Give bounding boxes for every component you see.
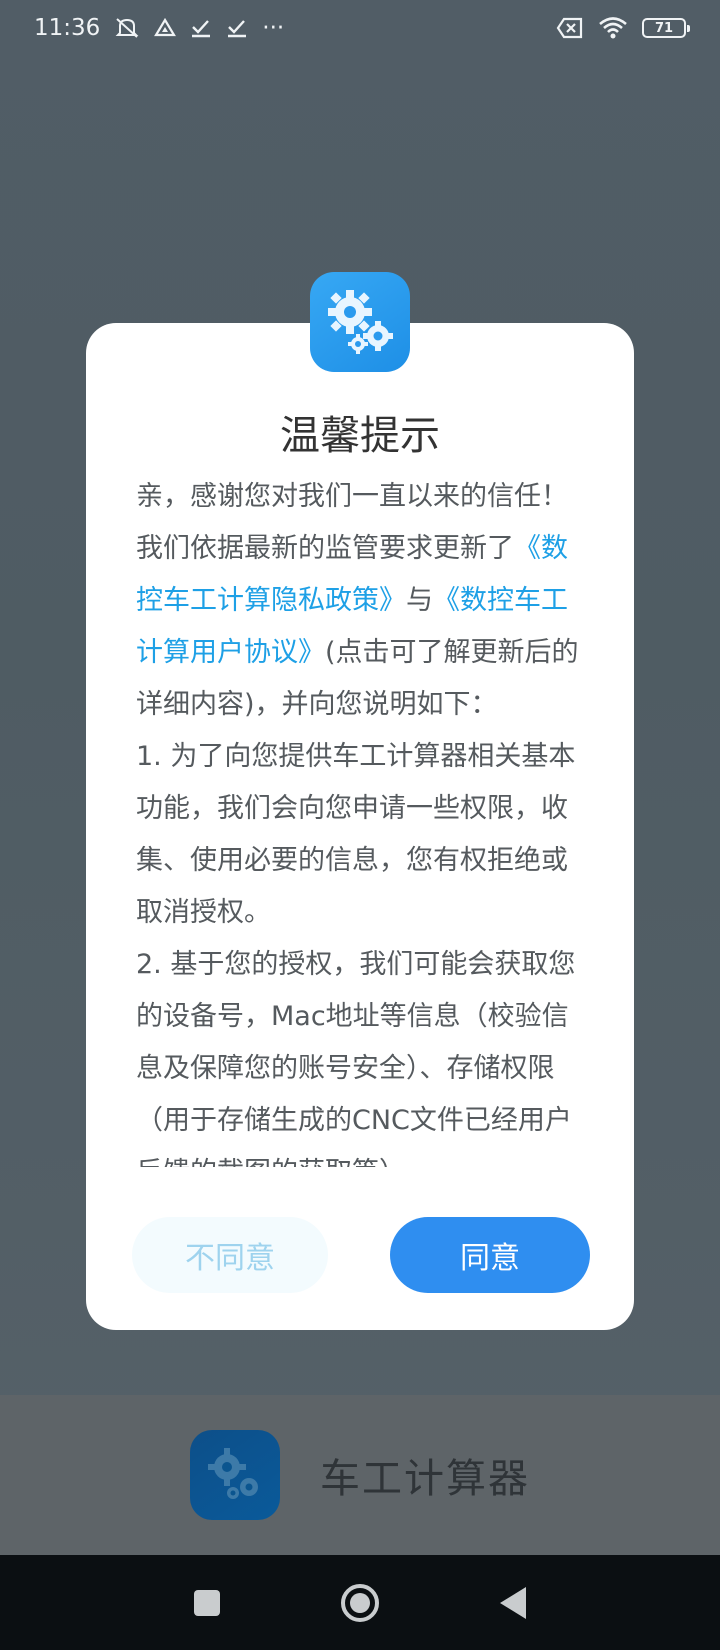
no-sim-icon bbox=[556, 17, 584, 39]
status-bar: 11:36 ··· 71 bbox=[0, 0, 720, 56]
battery-level: 71 bbox=[654, 20, 674, 36]
body-update-notice: 我们依据最新的监管要求更新了《数控车工计算隐私政策》与《数控车工计算用户协议》(… bbox=[136, 523, 588, 731]
body-greeting: 亲，感谢您对我们一直以来的信任！ bbox=[136, 481, 568, 512]
status-right: 71 bbox=[556, 16, 690, 40]
status-left: 11:36 ··· bbox=[34, 15, 284, 41]
dialog-app-logo bbox=[310, 272, 410, 372]
back-button[interactable] bbox=[483, 1573, 543, 1633]
disagree-button[interactable]: 不同意 bbox=[132, 1217, 328, 1293]
dialog-title: 温馨提示 bbox=[280, 413, 440, 459]
body-item-1: 1. 为了向您提供车工计算器相关基本功能，我们会向您申请一些权限，收集、使用必要… bbox=[136, 741, 576, 928]
privacy-dialog: 温馨提示 亲，感谢您对我们一直以来的信任！ 我们依据最新的监管要求更新了《数控车… bbox=[86, 272, 634, 1330]
app-splash-bar: 车工计算器 bbox=[0, 1395, 720, 1555]
body-text: 与 bbox=[406, 585, 433, 616]
back-triangle-icon bbox=[500, 1586, 527, 1619]
recents-button[interactable] bbox=[177, 1573, 237, 1633]
mute-icon bbox=[114, 16, 140, 40]
navigation-bar bbox=[0, 1555, 720, 1650]
app-name: 车工计算器 bbox=[320, 1456, 530, 1502]
agree-button[interactable]: 同意 bbox=[390, 1217, 590, 1293]
more-dots-icon: ··· bbox=[262, 15, 285, 41]
app-logo bbox=[190, 1430, 280, 1520]
gears-icon bbox=[328, 290, 393, 354]
wifi-icon bbox=[598, 16, 628, 40]
body-text: 我们依据最新的监管要求更新了 bbox=[136, 533, 514, 564]
square-icon bbox=[193, 1589, 220, 1616]
home-button[interactable] bbox=[330, 1573, 390, 1633]
dialog-body[interactable]: 亲，感谢您对我们一直以来的信任！ 我们依据最新的监管要求更新了《数控车工计算隐私… bbox=[136, 471, 588, 1167]
drive-icon bbox=[154, 18, 177, 38]
circle-icon bbox=[340, 1583, 379, 1622]
battery-icon: 71 bbox=[642, 18, 690, 38]
status-time: 11:36 bbox=[34, 15, 101, 41]
check-icon bbox=[190, 18, 212, 38]
body-item-2: 2. 基于您的授权，我们可能会获取您的设备号，Mac地址等信息（校验信息及保障您… bbox=[136, 949, 576, 1167]
check-icon bbox=[226, 18, 248, 38]
gears-icon bbox=[208, 1448, 258, 1499]
